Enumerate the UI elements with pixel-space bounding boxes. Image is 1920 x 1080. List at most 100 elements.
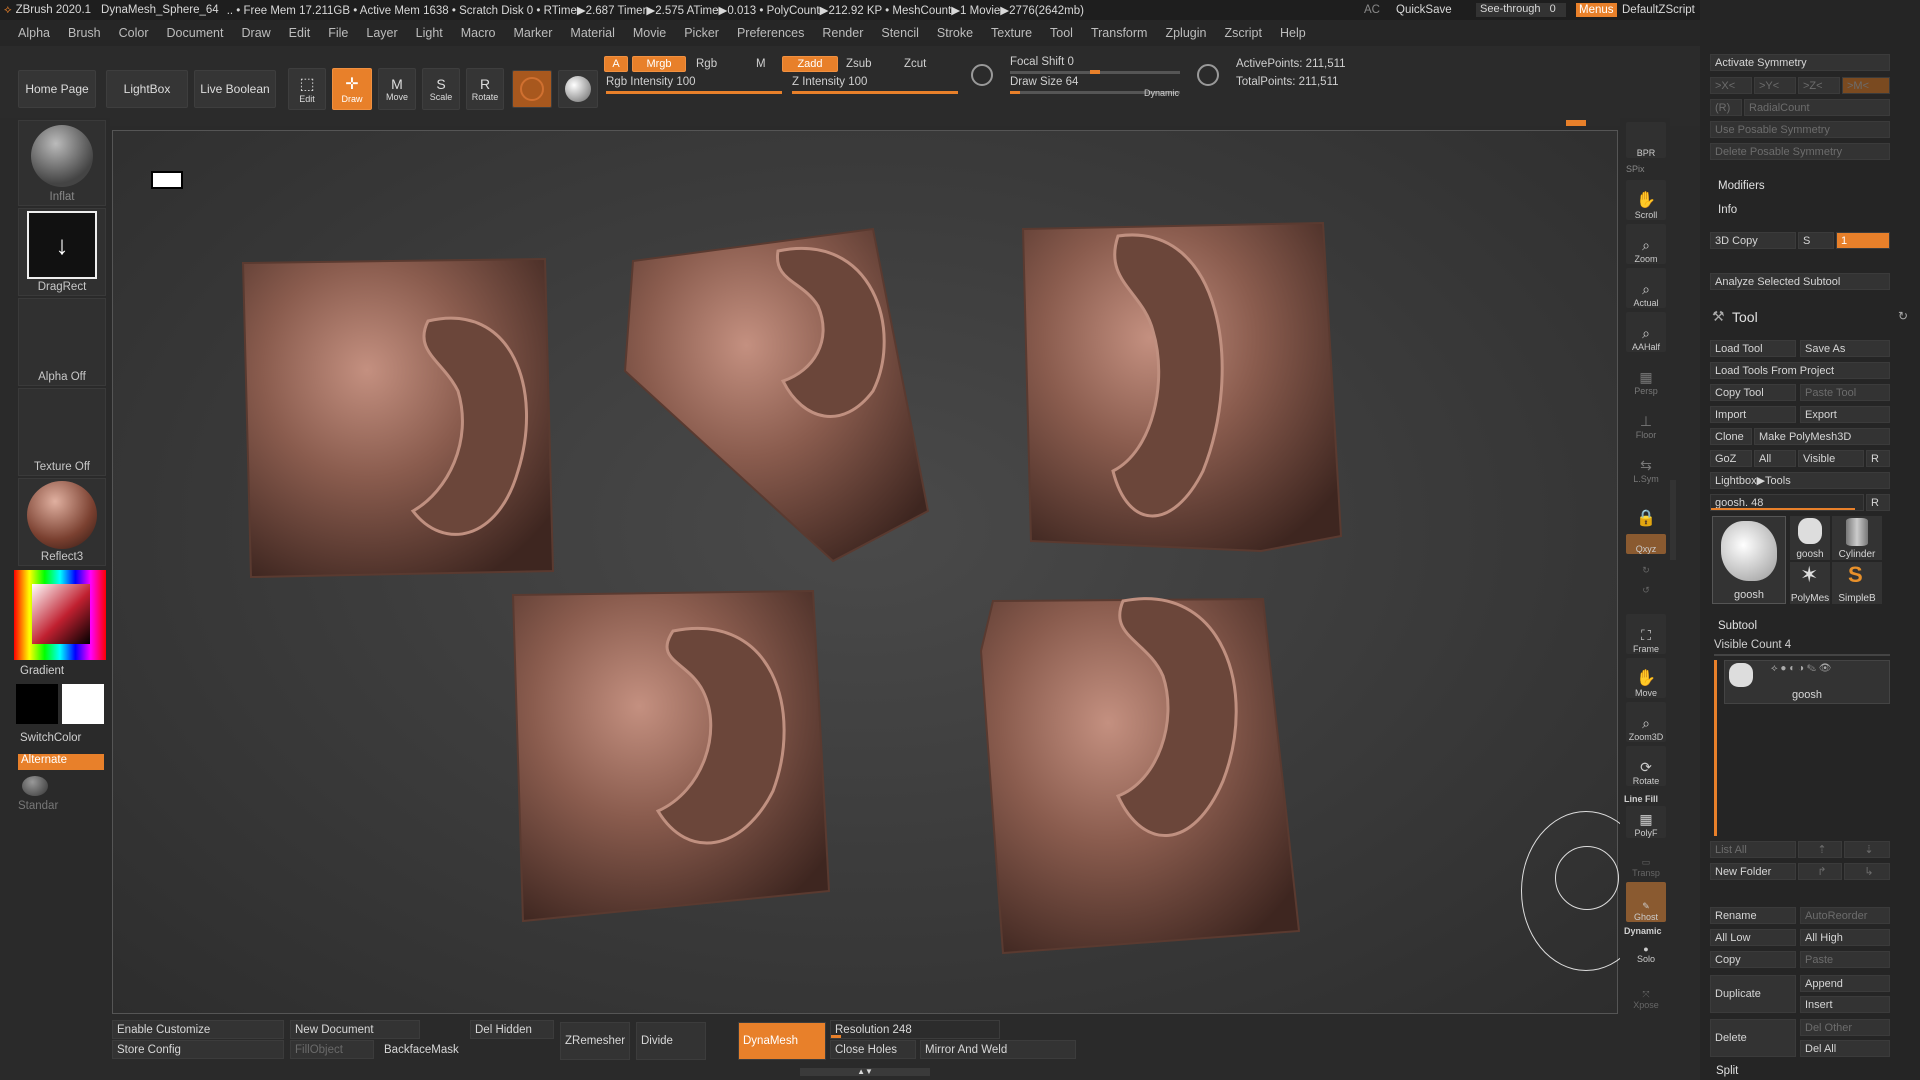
dynamic-toggle[interactable]: Dynamic xyxy=(1144,88,1179,98)
scale-button[interactable]: S Scale xyxy=(422,68,460,110)
duplicate-button[interactable]: Duplicate xyxy=(1710,975,1796,1013)
lsym-button[interactable]: ⇆ L.Sym xyxy=(1626,444,1666,484)
goosh-r-button[interactable]: R xyxy=(1866,494,1890,511)
menu-render[interactable]: Render xyxy=(813,26,872,40)
tool-section-title[interactable]: Tool xyxy=(1732,309,1758,325)
analyze-subtool-button[interactable]: Analyze Selected Subtool xyxy=(1710,273,1890,290)
m-toggle[interactable]: M xyxy=(756,58,766,70)
live-boolean-button[interactable]: Live Boolean xyxy=(194,70,276,108)
move-button[interactable]: M Move xyxy=(378,68,416,110)
export-button[interactable]: Export xyxy=(1800,406,1890,423)
navigation-gizmo-inner[interactable] xyxy=(1555,846,1619,910)
divide-button[interactable]: Divide xyxy=(636,1022,706,1060)
focal-shift-slider[interactable] xyxy=(1010,70,1180,74)
menu-brush[interactable]: Brush xyxy=(59,26,110,40)
menu-preferences[interactable]: Preferences xyxy=(728,26,813,40)
polyf-button[interactable]: ▦ PolyF xyxy=(1626,806,1666,838)
rotate3d-button[interactable]: ⟳ Rotate xyxy=(1626,746,1666,786)
clone-button[interactable]: Clone xyxy=(1710,428,1752,445)
autoreorder-button[interactable]: AutoReorder xyxy=(1800,907,1890,924)
see-through-slider[interactable]: See-through 0 xyxy=(1476,3,1566,17)
switchcolor-button[interactable]: SwitchColor xyxy=(20,732,81,744)
fillobject-button[interactable]: FillObject xyxy=(290,1040,374,1059)
enable-customize-button[interactable]: Enable Customize xyxy=(112,1020,284,1039)
lazy-mouse-s-button[interactable] xyxy=(968,64,996,94)
lightbox-button[interactable]: LightBox xyxy=(106,70,188,108)
delete-button[interactable]: Delete xyxy=(1710,1019,1796,1057)
sym-x-button[interactable]: >X< xyxy=(1710,77,1752,94)
gradient-label[interactable]: Gradient xyxy=(20,665,64,677)
edit-button[interactable]: ⬚ Edit xyxy=(288,68,326,110)
quicksave-button[interactable]: QuickSave xyxy=(1396,4,1452,16)
del-all-button[interactable]: Del All xyxy=(1800,1040,1890,1057)
del-hidden-button[interactable]: Del Hidden xyxy=(470,1020,554,1039)
radialcount-slider[interactable]: RadialCount xyxy=(1744,99,1890,116)
backfacemask-button[interactable]: BackfaceMask xyxy=(380,1040,476,1059)
resolution-slider[interactable]: Resolution 248 xyxy=(830,1020,1000,1039)
xpose-button[interactable]: ⤧ Xpose xyxy=(1626,974,1666,1010)
material-swatch-button[interactable] xyxy=(512,70,552,108)
store-config-button[interactable]: Store Config xyxy=(112,1040,284,1059)
menu-stencil[interactable]: Stencil xyxy=(872,26,928,40)
del-other-button[interactable]: Del Other xyxy=(1800,1019,1890,1036)
floor-button[interactable]: ⊥ Floor xyxy=(1626,400,1666,440)
zcut-toggle[interactable]: Zcut xyxy=(904,58,926,70)
color-square[interactable] xyxy=(32,584,90,644)
lock-button[interactable]: 🔒 xyxy=(1626,488,1666,528)
secondary-color-swatch[interactable] xyxy=(62,684,104,724)
zremesher-button[interactable]: ZRemesher xyxy=(560,1022,630,1060)
load-tools-from-project-button[interactable]: Load Tools From Project xyxy=(1710,362,1890,379)
draw-button[interactable]: ✛ Draw xyxy=(332,68,372,110)
zoom3d-button[interactable]: ⌕ Zoom3D xyxy=(1626,702,1666,742)
insert-button[interactable]: Insert xyxy=(1800,996,1890,1013)
tool-thumb-main[interactable]: goosh xyxy=(1712,516,1786,604)
frame-button[interactable]: ⛶ Frame xyxy=(1626,614,1666,654)
visible-count-slider[interactable]: Visible Count 4 xyxy=(1714,639,1791,651)
menu-movie[interactable]: Movie xyxy=(624,26,675,40)
menu-stroke[interactable]: Stroke xyxy=(928,26,982,40)
folder-down-button[interactable]: ↳ xyxy=(1844,863,1890,880)
subtool-section-title[interactable]: Subtool xyxy=(1718,620,1757,632)
move3d-button[interactable]: ✋ Move xyxy=(1626,658,1666,698)
menu-help[interactable]: Help xyxy=(1271,26,1315,40)
visible-button[interactable]: Visible xyxy=(1798,450,1864,467)
mrgb-toggle[interactable]: Mrgb xyxy=(632,56,686,72)
expand-tray-icon[interactable]: ▲▼ xyxy=(800,1068,930,1076)
primary-color-swatch[interactable] xyxy=(16,684,58,724)
rename-button[interactable]: Rename xyxy=(1710,907,1796,924)
menu-marker[interactable]: Marker xyxy=(505,26,562,40)
menu-zscript[interactable]: Zscript xyxy=(1215,26,1271,40)
tool-thumb-simpleb[interactable]: S SimpleB xyxy=(1832,562,1882,604)
3d-copy-button[interactable]: 3D Copy xyxy=(1710,232,1796,249)
activate-symmetry-button[interactable]: Activate Symmetry xyxy=(1710,54,1890,71)
stroke-slot[interactable]: ↓ DragRect xyxy=(18,208,106,296)
menu-draw[interactable]: Draw xyxy=(233,26,280,40)
material-slot[interactable]: Reflect3 xyxy=(18,478,106,566)
sym-y-button[interactable]: >Y< xyxy=(1754,77,1796,94)
menu-texture[interactable]: Texture xyxy=(982,26,1041,40)
new-document-button[interactable]: New Document xyxy=(290,1020,420,1039)
copy-tool-button[interactable]: Copy Tool xyxy=(1710,384,1796,401)
spix-label[interactable]: SPix xyxy=(1626,164,1645,174)
tool-thumb-polymesh[interactable]: ✶ PolyMes xyxy=(1790,562,1830,604)
menu-tool[interactable]: Tool xyxy=(1041,26,1082,40)
default-zscript-button[interactable]: DefaultZScript xyxy=(1622,4,1695,16)
home-page-button[interactable]: Home Page xyxy=(18,70,96,108)
solo-button[interactable]: ● Solo xyxy=(1626,938,1666,964)
persp-button[interactable]: ▦ Persp xyxy=(1626,356,1666,396)
color-picker[interactable] xyxy=(14,570,106,660)
standard-brush-icon[interactable] xyxy=(22,776,48,796)
menu-macro[interactable]: Macro xyxy=(452,26,505,40)
goosh-slider[interactable]: goosh. 48 xyxy=(1710,494,1864,511)
menus-button[interactable]: Menus xyxy=(1576,3,1617,17)
stroke-swirl-button[interactable] xyxy=(558,70,598,108)
zsub-toggle[interactable]: Zsub xyxy=(846,58,872,70)
all-button[interactable]: All xyxy=(1754,450,1796,467)
scroll-button[interactable]: ✋ Scroll xyxy=(1626,180,1666,220)
copy-subtool-button[interactable]: Copy xyxy=(1710,951,1796,968)
goz-button[interactable]: GoZ xyxy=(1710,450,1752,467)
append-button[interactable]: Append xyxy=(1800,975,1890,992)
paste-tool-button[interactable]: Paste Tool xyxy=(1800,384,1890,401)
brush-slot[interactable]: Inflat xyxy=(18,120,106,206)
rotate-z-button[interactable]: ↺ xyxy=(1626,578,1666,596)
